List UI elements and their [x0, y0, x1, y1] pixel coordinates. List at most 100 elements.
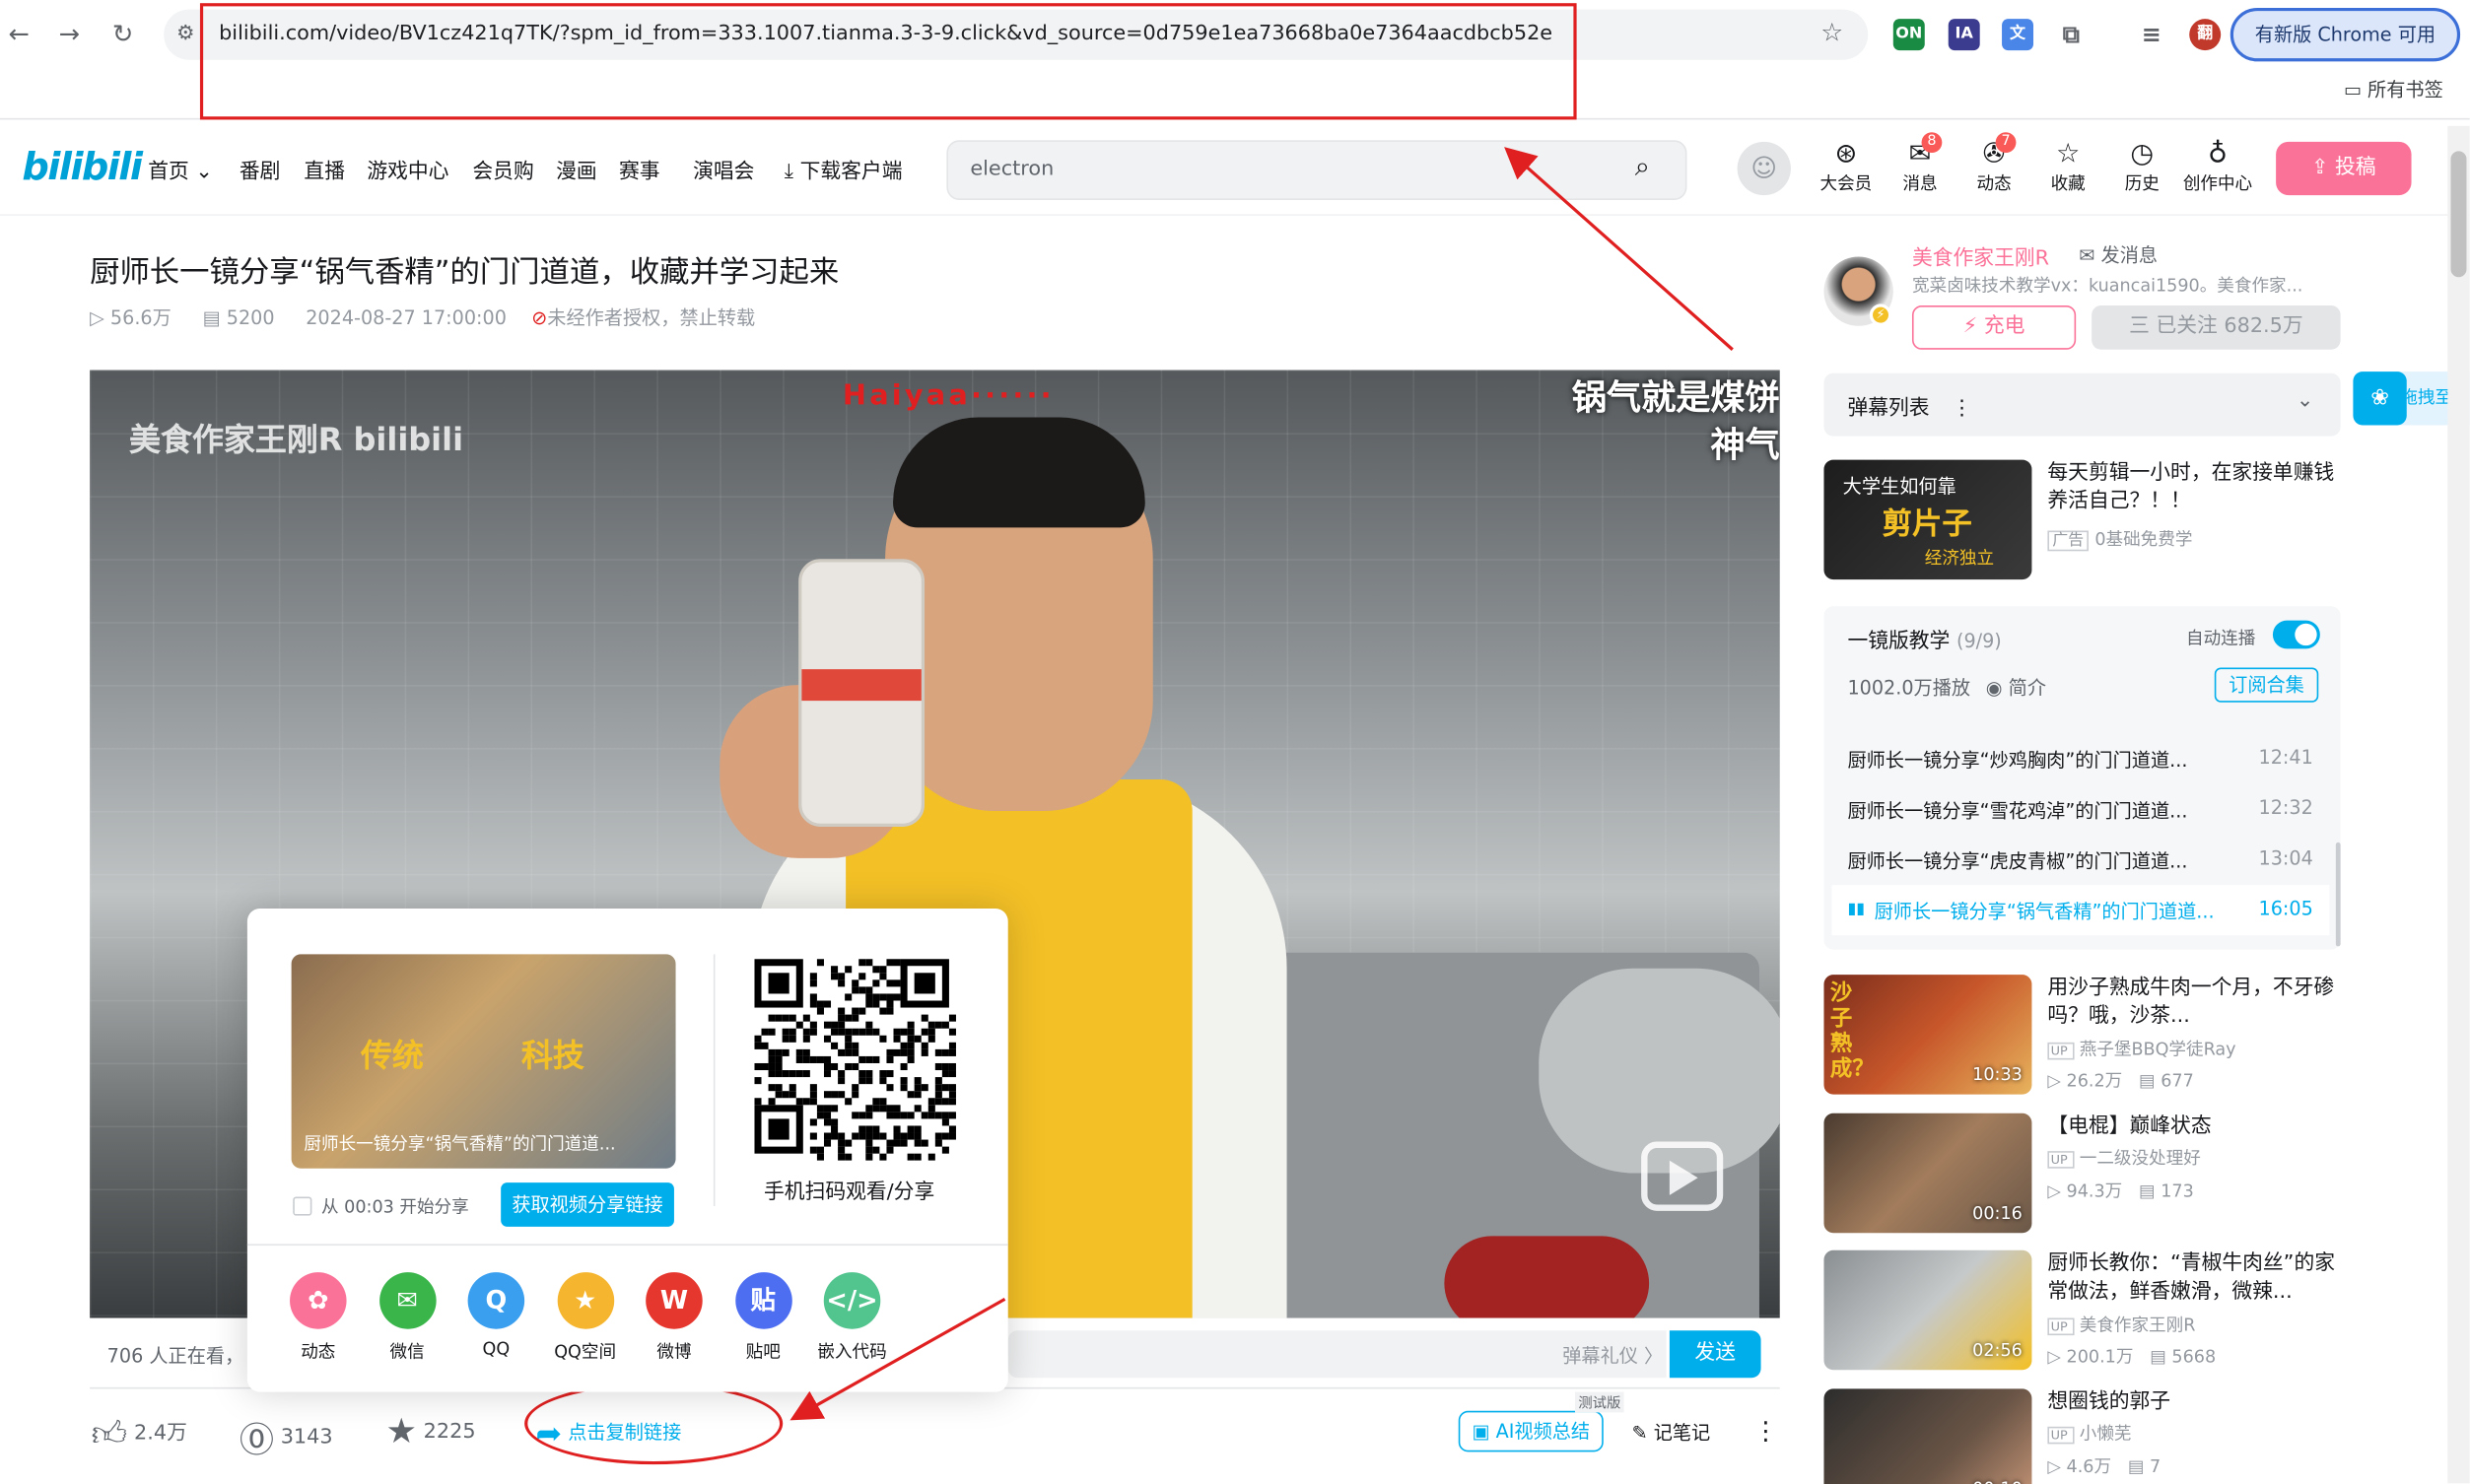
- chevron-down-icon[interactable]: ⌄: [2297, 389, 2313, 413]
- followed-button[interactable]: 三 已关注 682.5万: [2092, 305, 2341, 350]
- header-messages[interactable]: ✉ 8 消息: [1888, 132, 1952, 196]
- rec-title[interactable]: 【电棍】巅峰状态: [2047, 1113, 2340, 1142]
- notes-button[interactable]: ✎ 记笔记: [1632, 1419, 1711, 1446]
- episode-duration: 12:32: [2258, 796, 2313, 819]
- rec-uploader[interactable]: UP 燕子堡BBQ学徒Ray: [2047, 1036, 2236, 1061]
- header-vip[interactable]: ⊛ 大会员: [1815, 139, 1878, 196]
- coin-button[interactable]: ⓪ 3143: [240, 1412, 333, 1462]
- share-target-icon[interactable]: ✿: [290, 1272, 347, 1329]
- bookmark-star-icon[interactable]: ☆: [1820, 18, 1843, 47]
- share-target-icon[interactable]: W: [646, 1272, 703, 1329]
- collection-title[interactable]: 一镜版教学 (9/9): [1847, 624, 2001, 653]
- share-target-icon[interactable]: </>: [823, 1272, 881, 1329]
- start-time-checkbox[interactable]: [293, 1196, 312, 1216]
- share-target-icon[interactable]: 贴: [734, 1272, 791, 1329]
- notes-icon: ✎: [1631, 1421, 1654, 1445]
- share-target-icon[interactable]: Q: [467, 1272, 525, 1329]
- charge-button[interactable]: ⚡ 充电: [1911, 305, 2077, 350]
- rec-uploader[interactable]: UP 小懒芜: [2047, 1420, 2131, 1446]
- rec-duration: 00:16: [1972, 1202, 2023, 1224]
- search-input[interactable]: electron: [970, 142, 1054, 199]
- nav-download-client[interactable]: ⤓ 下载客户端: [785, 155, 903, 184]
- nav-game-center[interactable]: 游戏中心: [367, 155, 448, 184]
- share-target-icon[interactable]: ★: [556, 1272, 614, 1329]
- rec-duration: 10:33: [1972, 1064, 2023, 1086]
- collection-intro-link[interactable]: 简介: [2009, 677, 2046, 699]
- folder-icon: ▭: [2343, 78, 2368, 101]
- charge-label: 充电: [1983, 314, 2025, 339]
- more-icon[interactable]: ⋮: [1753, 1416, 1779, 1446]
- rec-uploader[interactable]: UP 美食作家王刚R: [2047, 1312, 2195, 1337]
- uploader-name[interactable]: 美食作家王刚R: [1912, 240, 2049, 271]
- up-tag-icon: UP: [2047, 1426, 2075, 1445]
- reading-list-icon[interactable]: ≡: [2136, 19, 2167, 50]
- video-watermark: 美食作家王刚R bilibili: [129, 420, 464, 459]
- update-chrome-button[interactable]: 有新版 Chrome 可用: [2230, 7, 2461, 62]
- forward-icon[interactable]: →: [53, 19, 85, 50]
- like-button[interactable]: 👍︎ 2.4万: [92, 1412, 187, 1455]
- thumb-text-traditional: 传统: [360, 1036, 424, 1074]
- autoplay-toggle[interactable]: [2272, 620, 2320, 649]
- extensions-puzzle-icon[interactable]: ⧉: [2055, 19, 2087, 50]
- danmaku-etiquette-link[interactable]: 弹幕礼仪 〉: [1562, 1341, 1663, 1368]
- reload-icon[interactable]: ↻: [107, 19, 139, 50]
- search-icon[interactable]: ⌕: [1635, 151, 1650, 182]
- nav-manga[interactable]: 漫画: [556, 155, 597, 184]
- ad-title[interactable]: 每天剪辑一小时，在家接单赚钱养活自己？！！: [2047, 460, 2340, 517]
- extension-ia-icon[interactable]: IA: [1948, 19, 1980, 51]
- ai-summary-button[interactable]: ▣ AI视频总结: [1458, 1410, 1604, 1452]
- collection-episode[interactable]: 厨师长一镜分享“虎皮青椒”的门门道道...: [1847, 847, 2187, 874]
- share-target-label: QQ空间: [554, 1341, 617, 1363]
- rec-title[interactable]: 用沙子熟成牛肉一个月，不牙碜吗？哦，沙茶...: [2047, 975, 2340, 1032]
- header-dynamic[interactable]: ✇ 7 动态: [1962, 132, 2025, 196]
- all-bookmarks[interactable]: ▭ 所有书签: [2344, 76, 2443, 102]
- page-scrollbar[interactable]: [2447, 125, 2470, 1484]
- rec-thumbnail[interactable]: 00:10: [1823, 1388, 2032, 1484]
- nav-esports[interactable]: 赛事: [619, 155, 660, 184]
- play-icon: ▷: [2047, 1456, 2067, 1477]
- rec-title[interactable]: 想圈钱的郭子: [2047, 1388, 2340, 1417]
- share-target-icon[interactable]: ✉: [378, 1272, 436, 1329]
- nav-shop[interactable]: 会员购: [472, 155, 533, 184]
- rec-thumbnail[interactable]: 02:56: [1823, 1249, 2032, 1371]
- subscribe-collection-button[interactable]: 订阅合集: [2214, 667, 2319, 703]
- episode-duration: 12:41: [2258, 746, 2313, 769]
- header-creator-center[interactable]: ♁ 创作中心: [2180, 139, 2256, 196]
- rec-title[interactable]: 厨师长教你：“青椒牛肉丝”的家常做法，鲜香嫩滑，微辣...: [2047, 1250, 2340, 1308]
- coin-count: 3143: [280, 1425, 333, 1450]
- collection-episode[interactable]: 厨师长一镜分享“雪花鸡淖”的门门道道...: [1847, 797, 2187, 824]
- nav-concert[interactable]: 演唱会: [693, 155, 754, 184]
- header-history[interactable]: ◷ 历史: [2110, 139, 2173, 196]
- back-icon[interactable]: ←: [3, 19, 34, 50]
- rec-uploader[interactable]: UP 一二级没处理好: [2047, 1145, 2201, 1171]
- site-info-icon[interactable]: ⚙: [176, 22, 195, 45]
- collection-scrollbar[interactable]: [2335, 842, 2341, 947]
- nav-anime[interactable]: 番剧: [240, 155, 281, 184]
- profile-avatar[interactable]: 翻: [2189, 19, 2222, 51]
- mail-icon: ✉: [2079, 243, 2101, 267]
- danmaku-send-button[interactable]: 发送: [1669, 1330, 1761, 1379]
- extension-on-icon[interactable]: ON: [1892, 19, 1925, 51]
- nav-live[interactable]: 直播: [304, 155, 345, 184]
- nav-home[interactable]: 首页 ⌄: [148, 155, 213, 184]
- rec-thumbnail[interactable]: 00:16: [1823, 1113, 2032, 1234]
- collection-episode[interactable]: 厨师长一镜分享“炒鸡胸肉”的门门道道...: [1847, 746, 2187, 773]
- send-message-link[interactable]: ✉ 发消息: [2079, 240, 2158, 267]
- robot-icon: ▣: [1472, 1420, 1496, 1443]
- rec-thumbnail[interactable]: 沙子熟成？ 10:33: [1823, 975, 2032, 1095]
- kebab-icon[interactable]: ⋮: [1952, 397, 1972, 421]
- get-share-link-button[interactable]: 获取视频分享链接: [501, 1182, 674, 1227]
- user-avatar[interactable]: ☺: [1737, 141, 1791, 196]
- search-box[interactable]: electron ⌕: [946, 140, 1687, 200]
- episode-duration: 13:04: [2258, 846, 2313, 870]
- share-target-label: 动态: [301, 1341, 336, 1363]
- page-scrollbar-thumb[interactable]: [2450, 151, 2467, 278]
- translate-icon[interactable]: 文: [2002, 19, 2034, 51]
- danmaku-count: 5200: [226, 306, 275, 329]
- header-favorites[interactable]: ☆ 收藏: [2036, 139, 2099, 196]
- favorite-button[interactable]: ★ 2225: [386, 1412, 476, 1451]
- notes-label: 记笔记: [1653, 1421, 1711, 1445]
- bilibili-logo[interactable]: bilibili: [22, 145, 143, 189]
- upload-button[interactable]: ⇪ 投稿: [2276, 141, 2412, 196]
- collection-episode[interactable]: 厨师长一镜分享“锅气香精”的门门道道...: [1875, 898, 2215, 924]
